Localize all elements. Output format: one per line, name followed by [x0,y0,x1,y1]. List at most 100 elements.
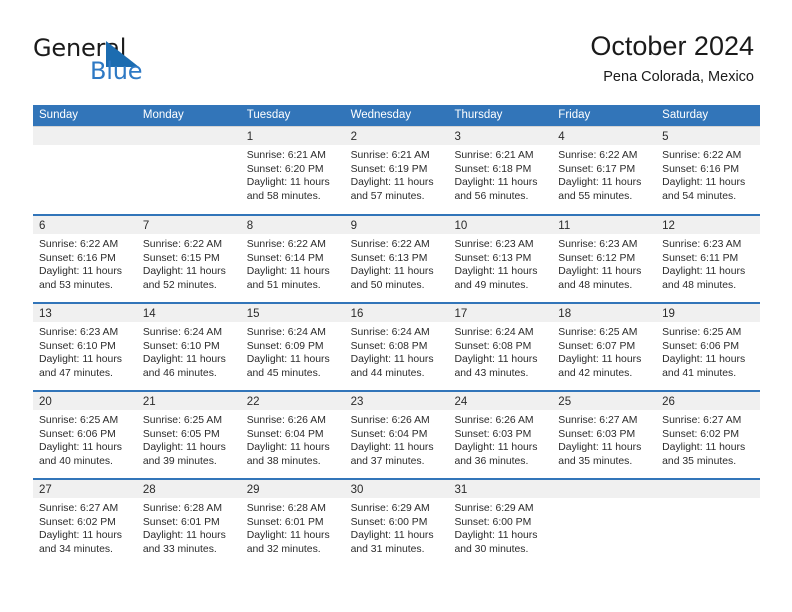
day-cell[interactable]: 29 Sunrise: 6:28 AM Sunset: 6:01 PM Dayligh… [240,480,345,566]
weekday-header-friday: Friday [558,109,591,121]
day-cell[interactable]: 17 Sunrise: 6:24 AM Sunset: 6:08 PM Dayligh… [448,304,553,390]
day-detail-line: and 45 minutes. [246,367,321,379]
day-details: Sunrise: 6:21 AM Sunset: 6:18 PM Daylight:… [448,145,552,203]
day-detail-line: and 33 minutes. [142,543,217,555]
day-detail-line: Sunset: 6:13 PM [350,252,428,264]
day-detail-line: Daylight: 11 hours [662,266,746,278]
day-cell[interactable]: 2 Sunrise: 6:21 AM Sunset: 6:19 PM Daylight… [344,127,449,214]
day-number: 4 [558,131,565,143]
day-number-band [552,480,657,498]
day-detail-line: Sunset: 6:11 PM [662,252,739,264]
day-number-band: 30 [344,480,449,498]
day-number-band: 28 [136,480,241,498]
day-detail-line: Daylight: 11 hours [454,442,538,454]
day-details: Sunrise: 6:27 AM Sunset: 6:02 PM Daylight:… [656,410,760,468]
day-detail-line: and 39 minutes. [142,455,217,467]
day-detail-line: and 55 minutes. [558,190,633,202]
day-detail-line: Daylight: 11 hours [350,530,434,542]
day-cell[interactable]: 16 Sunrise: 6:24 AM Sunset: 6:08 PM Dayligh… [344,304,449,390]
day-cell[interactable]: 7 Sunrise: 6:22 AM Sunset: 6:15 PM Daylight… [136,216,241,302]
day-detail-line: Daylight: 11 hours [246,530,330,542]
day-number-band: 18 [552,304,657,322]
day-cell[interactable]: 3 Sunrise: 6:21 AM Sunset: 6:18 PM Daylight… [448,127,553,214]
day-number-band: 23 [344,392,449,410]
day-cell[interactable]: 5 Sunrise: 6:22 AM Sunset: 6:16 PM Daylight… [656,127,761,214]
day-detail-line: and 47 minutes. [39,367,113,379]
day-detail-line: Sunset: 6:20 PM [246,163,324,175]
day-details: Sunrise: 6:23 AM Sunset: 6:13 PM Daylight:… [448,234,552,292]
day-cell[interactable]: 22 Sunrise: 6:26 AM Sunset: 6:04 PM Dayligh… [240,392,345,478]
day-cell[interactable]: 30 Sunrise: 6:29 AM Sunset: 6:00 PM Dayligh… [344,480,449,566]
day-cell[interactable]: 23 Sunrise: 6:26 AM Sunset: 6:04 PM Dayligh… [344,392,449,478]
day-cell[interactable]: 4 Sunrise: 6:22 AM Sunset: 6:17 PM Daylight… [552,127,657,214]
day-cell[interactable]: 13 Sunrise: 6:23 AM Sunset: 6:10 PM Dayligh… [33,304,137,390]
day-cell[interactable]: 20 Sunrise: 6:25 AM Sunset: 6:06 PM Dayligh… [33,392,137,478]
day-cell-empty [656,480,761,566]
day-number-band: 8 [240,216,345,234]
day-detail-line: Daylight: 11 hours [350,354,434,366]
day-detail-line: Daylight: 11 hours [142,442,226,454]
day-number-band: 21 [136,392,241,410]
day-detail-line: Sunrise: 6:22 AM [246,239,326,250]
day-detail-line: Sunset: 6:05 PM [142,428,220,440]
day-number: 12 [662,220,675,232]
day-cell[interactable]: 14 Sunrise: 6:24 AM Sunset: 6:10 PM Dayligh… [136,304,241,390]
day-number: 30 [350,484,364,496]
day-details: Sunrise: 6:22 AM Sunset: 6:16 PM Daylight:… [33,234,137,292]
day-number-band: 12 [656,216,761,234]
day-cell[interactable]: 15 Sunrise: 6:24 AM Sunset: 6:09 PM Dayligh… [240,304,345,390]
day-detail-line: and 56 minutes. [454,190,529,202]
day-detail-line: Sunset: 6:06 PM [39,428,116,440]
day-details: Sunrise: 6:22 AM Sunset: 6:15 PM Daylight:… [137,234,241,292]
day-number-band: 20 [33,392,137,410]
day-cell[interactable]: 10 Sunrise: 6:23 AM Sunset: 6:13 PM Dayligh… [448,216,553,302]
day-cell[interactable]: 19 Sunrise: 6:25 AM Sunset: 6:06 PM Dayligh… [656,304,761,390]
day-number-band: 22 [240,392,345,410]
day-cell[interactable]: 24 Sunrise: 6:26 AM Sunset: 6:03 PM Dayligh… [448,392,553,478]
day-details: Sunrise: 6:24 AM Sunset: 6:08 PM Daylight:… [345,322,449,380]
day-cell[interactable]: 25 Sunrise: 6:27 AM Sunset: 6:03 PM Dayligh… [552,392,657,478]
brand-logo[interactable]: General Blue [33,34,223,86]
day-number-band: 6 [33,216,137,234]
day-cell[interactable]: 6 Sunrise: 6:22 AM Sunset: 6:16 PM Daylight… [33,216,137,302]
day-detail-line: Sunrise: 6:25 AM [662,327,742,338]
day-number-band: 17 [448,304,553,322]
day-number: 3 [454,131,461,143]
day-detail-line: Sunset: 6:09 PM [246,340,324,352]
day-cell[interactable]: 8 Sunrise: 6:22 AM Sunset: 6:14 PM Daylight… [240,216,345,302]
day-detail-line: Sunset: 6:04 PM [350,428,428,440]
day-cell[interactable]: 11 Sunrise: 6:23 AM Sunset: 6:12 PM Dayligh… [552,216,657,302]
day-detail-line: and 54 minutes. [662,190,737,202]
day-detail-line: Sunset: 6:01 PM [142,516,220,528]
day-details: Sunrise: 6:25 AM Sunset: 6:07 PM Daylight:… [552,322,656,380]
day-detail-line: Sunrise: 6:28 AM [142,503,222,514]
day-number-band [136,127,241,145]
day-detail-line: Sunrise: 6:23 AM [39,327,119,338]
day-cell[interactable]: 21 Sunrise: 6:25 AM Sunset: 6:05 PM Dayligh… [136,392,241,478]
page-header: General Blue October 2024 Pena Colorada,… [0,0,792,104]
weekday-header-monday: Monday [142,109,184,121]
day-detail-line: Sunset: 6:08 PM [350,340,428,352]
day-detail-line: and 35 minutes. [662,455,737,467]
day-number-band: 29 [240,480,345,498]
day-number: 28 [142,484,156,496]
day-detail-line: Sunrise: 6:23 AM [454,239,534,250]
day-cell[interactable]: 1 Sunrise: 6:21 AM Sunset: 6:20 PM Daylight… [240,127,345,214]
day-cell[interactable]: 12 Sunrise: 6:23 AM Sunset: 6:11 PM Dayligh… [656,216,761,302]
day-detail-line: Sunrise: 6:22 AM [39,239,119,250]
day-cell[interactable]: 31 Sunrise: 6:29 AM Sunset: 6:00 PM Dayligh… [448,480,553,566]
day-detail-line: Sunrise: 6:25 AM [39,415,119,426]
day-details: Sunrise: 6:21 AM Sunset: 6:19 PM Daylight:… [345,145,449,203]
day-detail-line: Sunrise: 6:22 AM [350,239,430,250]
day-cell[interactable]: 26 Sunrise: 6:27 AM Sunset: 6:02 PM Dayligh… [656,392,761,478]
day-detail-line: and 35 minutes. [558,455,633,467]
day-number-band: 26 [656,392,761,410]
day-cell[interactable]: 18 Sunrise: 6:25 AM Sunset: 6:07 PM Dayligh… [552,304,657,390]
day-number-band: 24 [448,392,553,410]
day-cell[interactable]: 9 Sunrise: 6:22 AM Sunset: 6:13 PM Daylight… [344,216,449,302]
day-cell[interactable]: 28 Sunrise: 6:28 AM Sunset: 6:01 PM Dayligh… [136,480,241,566]
day-detail-line: Sunrise: 6:26 AM [246,415,326,426]
day-number-band: 15 [240,304,345,322]
day-number: 6 [39,220,46,232]
day-cell[interactable]: 27 Sunrise: 6:27 AM Sunset: 6:02 PM Dayligh… [33,480,137,566]
